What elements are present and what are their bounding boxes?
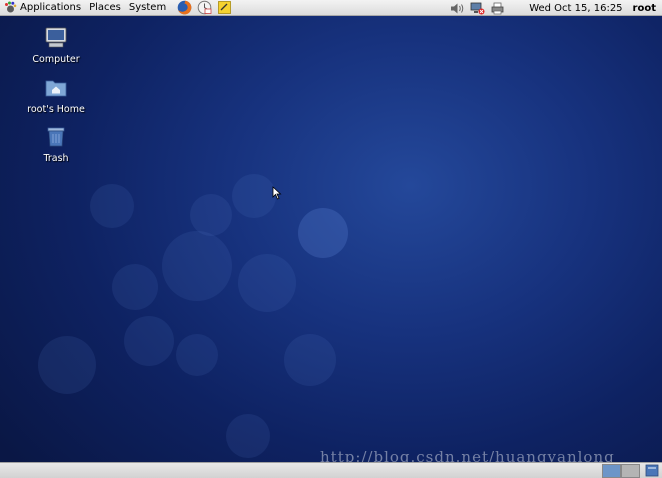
places-menu-label: Places (89, 2, 121, 13)
workspace-2[interactable] (621, 464, 640, 478)
bokeh-decoration (298, 208, 348, 258)
bokeh-decoration (176, 334, 218, 376)
network-button[interactable] (469, 1, 485, 15)
gnome-foot-icon (5, 1, 17, 13)
system-menu[interactable]: System (125, 0, 170, 16)
bokeh-decoration (90, 184, 134, 228)
printer-icon (491, 2, 504, 14)
bokeh-decoration (238, 254, 296, 312)
places-menu[interactable]: Places (85, 0, 125, 16)
applications-menu-label: Applications (20, 2, 82, 13)
notes-icon (217, 1, 231, 14)
mouse-cursor-icon (272, 186, 282, 200)
bottom-panel (0, 462, 662, 478)
workspace-switcher (602, 464, 640, 478)
desktop-icon-label: Computer (32, 54, 80, 65)
computer-icon (45, 27, 67, 48)
volume-button[interactable] (449, 1, 465, 15)
mail-clock-icon (197, 0, 212, 15)
desktop-icon-home[interactable]: root's Home (21, 77, 91, 115)
desktop-icon-trash[interactable]: Trash (21, 126, 91, 164)
bokeh-decoration (226, 414, 270, 458)
trash-icon (47, 127, 65, 147)
network-icon (470, 2, 485, 14)
desktop: Computer root's Home Trash http://blog.c… (0, 16, 662, 462)
workspace-1[interactable] (602, 464, 621, 478)
bokeh-decoration (284, 334, 336, 386)
bokeh-decoration (124, 316, 174, 366)
bokeh-decoration (112, 264, 158, 310)
desktop-icon-computer[interactable]: Computer (21, 27, 91, 65)
trash-applet-icon[interactable] (645, 464, 659, 477)
firefox-launcher[interactable] (176, 0, 192, 16)
desktop-icon-label: root's Home (27, 104, 85, 115)
user-menu[interactable]: root (633, 3, 656, 14)
speaker-icon (450, 3, 463, 13)
bokeh-decoration (232, 174, 276, 218)
system-tray: Wed Oct 15, 16:25 root (447, 0, 662, 16)
bokeh-decoration (162, 231, 232, 301)
bokeh-decoration (38, 336, 96, 394)
home-folder-icon (45, 80, 67, 97)
top-panel: Applications Places System Wed Oct 15, 1… (0, 0, 662, 16)
applications-menu[interactable]: Applications (0, 0, 85, 16)
bokeh-decoration (190, 194, 232, 236)
printer-button[interactable] (489, 1, 505, 15)
watermark: http://blog.csdn.net/huangyanlong (320, 448, 615, 462)
desktop-icon-label: Trash (43, 153, 69, 164)
system-menu-label: System (128, 2, 167, 13)
notes-launcher[interactable] (216, 0, 232, 16)
evolution-launcher[interactable] (196, 0, 212, 16)
firefox-icon (177, 0, 192, 15)
clock[interactable]: Wed Oct 15, 16:25 (529, 3, 622, 14)
